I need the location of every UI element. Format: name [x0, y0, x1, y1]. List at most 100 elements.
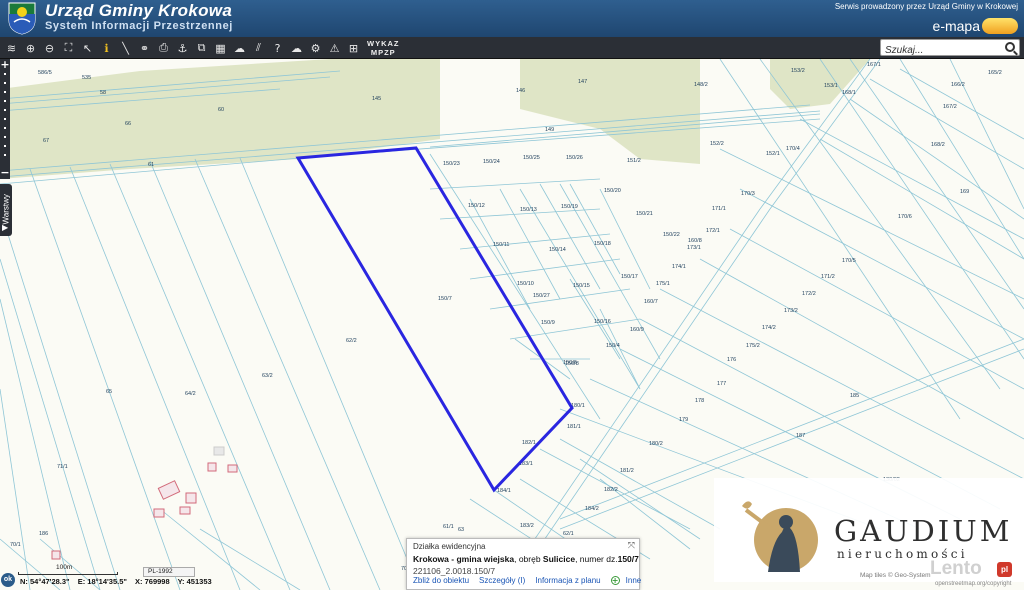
- search-input[interactable]: [885, 43, 997, 58]
- parcel-label: 150/11: [493, 242, 509, 248]
- expand-arrow-icon: ▶: [2, 223, 9, 232]
- zoom-levels[interactable]: [4, 73, 6, 163]
- parcel-label: 150/21: [636, 211, 653, 217]
- parcel-label: 150/8: [565, 361, 579, 367]
- zoom-plus-button[interactable]: +: [0, 59, 10, 71]
- info-icon[interactable]: ℹ: [97, 39, 116, 58]
- parcel-label: 535: [82, 75, 91, 81]
- map-view-icon[interactable]: ▦: [211, 39, 230, 58]
- parcel-label: 166/2: [951, 82, 965, 88]
- app-subtitle: System Informacji Przestrzennej: [45, 20, 233, 32]
- parcel-label: 153/1: [824, 83, 838, 89]
- emapa-logo: [982, 18, 1018, 34]
- parcel-label: 171/1: [712, 206, 726, 212]
- parcel-info-popup: Działka ewidencyjna ⤧ Krokowa - gmina wi…: [406, 538, 641, 590]
- anchor-icon[interactable]: ⚓: [173, 39, 192, 58]
- parcel-label: 145: [372, 96, 381, 102]
- parcel-label: 60: [218, 107, 224, 113]
- add-icon[interactable]: +: [610, 576, 620, 585]
- coordinates-readout: N: 54°47'28.3" E: 18°14'35.5" X: 769998 …: [20, 577, 218, 586]
- parcel-label: 150/25: [523, 155, 540, 161]
- parcel-label: 170/3: [741, 191, 755, 197]
- zoom-slider[interactable]: + −: [0, 59, 10, 179]
- service-note: Serwis prowadzony przez Urząd Gminy w Kr…: [834, 2, 1018, 11]
- parcel-label: 187: [796, 433, 805, 439]
- scale-line: [18, 572, 118, 575]
- zoom-out-icon[interactable]: ⊖: [40, 39, 59, 58]
- search-icon[interactable]: [1005, 42, 1015, 52]
- parcel-label: 150/26: [566, 155, 583, 161]
- close-icon[interactable]: ⤧: [628, 541, 635, 551]
- layers-icon[interactable]: ≋: [2, 39, 21, 58]
- parcel-label: 182/1: [522, 440, 536, 446]
- parcel-label: 169: [960, 189, 969, 195]
- search-box[interactable]: [880, 39, 1020, 58]
- cloud-icon[interactable]: ☁: [230, 39, 249, 58]
- parcel-label: 150/12: [468, 203, 485, 209]
- popup-parcel-id: 221106_2.0018.150/7: [413, 566, 496, 576]
- details-link[interactable]: Szczegóły (I): [479, 576, 525, 585]
- parcel-label: 172/1: [706, 228, 720, 234]
- osm-credit: openstreetmap.org/copyright: [935, 581, 1012, 587]
- toolbar: ≋ ⊕ ⊖ ⛶ ↖ ℹ ╲ ⚭ ⎙ ⚓ ⧉ ▦ ☁ ⫽ ? ☁ ⚙ ⚠ ⊞ WY…: [0, 37, 1024, 59]
- parcel-label: 150/22: [663, 232, 680, 238]
- parcel-label: 182/2: [604, 487, 618, 493]
- parcel-label: 174/1: [672, 264, 686, 270]
- parcel-label: 150/10: [517, 281, 534, 287]
- popup-obreb-prefix: , obręb: [514, 554, 543, 564]
- parcel-label: 173/1: [687, 245, 701, 251]
- popup-header: Działka ewidencyjna: [413, 542, 486, 551]
- layers-tab-label: Warstwy: [1, 194, 11, 225]
- layers-panel-tab[interactable]: Warstwy ▶: [0, 184, 12, 236]
- parcel-label: 71/1: [57, 464, 68, 470]
- plan-info-link[interactable]: Informacja z planu: [535, 576, 600, 585]
- select-arrow-icon[interactable]: ↖: [78, 39, 97, 58]
- warning-icon[interactable]: ⚠: [325, 39, 344, 58]
- parcel-label: 150/9: [541, 320, 555, 326]
- crs-select[interactable]: PL-1992: [143, 567, 195, 577]
- parcel-label: 67: [43, 138, 49, 144]
- measure-chain-icon[interactable]: ⚭: [135, 39, 154, 58]
- parcel-label: 185: [850, 393, 859, 399]
- cloud-upload-icon[interactable]: ☁: [287, 39, 306, 58]
- parcel-label: 149: [545, 127, 554, 133]
- parcel-label: 167/1: [867, 62, 881, 68]
- other-link[interactable]: Inne: [626, 576, 642, 585]
- full-extent-icon[interactable]: ⛶: [59, 39, 78, 58]
- parcel-label: 146: [516, 88, 525, 94]
- mpzp-label: MPZP: [370, 48, 396, 57]
- company-name: GAUDIUM: [834, 514, 1013, 548]
- zoom-to-object-link[interactable]: Zbliż do obiektu: [413, 576, 469, 585]
- parcel-label: 153/2: [791, 68, 805, 74]
- grid-icon[interactable]: ⊞: [344, 39, 363, 58]
- ok-button[interactable]: ok: [1, 573, 15, 587]
- app-title: Urząd Gminy Krokowa: [45, 1, 233, 20]
- parcel-label: 160/8: [688, 238, 702, 244]
- wykaz-mpzp-button[interactable]: WYKAZ MPZP: [367, 39, 400, 57]
- parcel-label: 184/1: [497, 488, 511, 494]
- parcel-label: 150/23: [443, 161, 460, 167]
- scale-bar: 100m: [18, 564, 118, 575]
- parcel-label: 147: [578, 79, 587, 85]
- hatch-icon[interactable]: ⫽: [249, 39, 268, 58]
- help-icon[interactable]: ?: [268, 39, 287, 58]
- latitude: N: 54°47'28.3": [20, 577, 70, 586]
- parcel-label: 65: [106, 389, 112, 395]
- settings-icon[interactable]: ⚙: [306, 39, 325, 58]
- zoom-minus-button[interactable]: −: [0, 167, 10, 179]
- popup-gmina: Krokowa - gmina wiejska: [413, 554, 515, 564]
- parcel-label: 168/2: [931, 142, 945, 148]
- measure-line-icon[interactable]: ╲: [116, 39, 135, 58]
- parcel-label: 175/2: [746, 343, 760, 349]
- export-icon[interactable]: ⧉: [192, 39, 211, 58]
- parcel-label: 150/15: [573, 283, 590, 289]
- parcel-label: 181/2: [620, 468, 634, 474]
- popup-links: Zbliż do obiektu Szczegóły (I) Informacj…: [413, 576, 651, 585]
- parcel-label: 586/5: [38, 70, 52, 76]
- parcel-label: 62/1: [563, 531, 574, 537]
- gmina-crest-icon: [8, 2, 36, 35]
- longitude: E: 18°14'35.5": [77, 577, 127, 586]
- zoom-in-icon[interactable]: ⊕: [21, 39, 40, 58]
- print-icon[interactable]: ⎙: [154, 39, 173, 58]
- popup-number-prefix: , numer dz.: [575, 554, 618, 564]
